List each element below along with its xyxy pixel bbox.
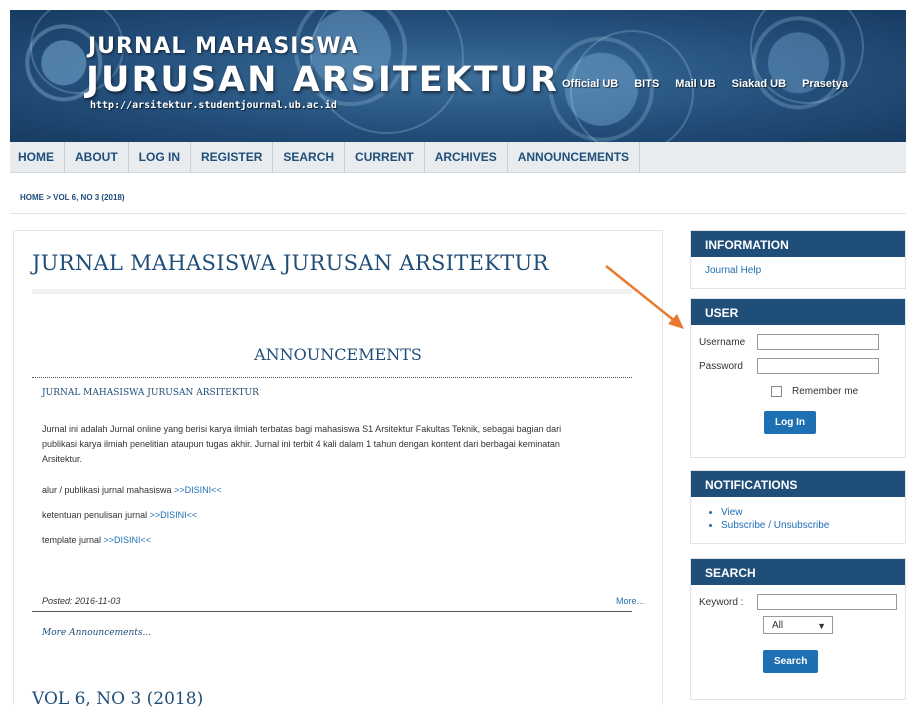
chevron-down-icon: ▼ [817, 621, 826, 631]
remember-me[interactable]: Remember me [771, 386, 897, 397]
header-banner: JURNAL MAHASISWA JURUSAN ARSITEKTUR http… [10, 10, 906, 142]
logo-title-line1: JURNAL MAHASISWA [88, 34, 359, 59]
announcement-line-text: template jurnal [42, 535, 104, 545]
divider [32, 289, 632, 294]
disini-link-alur[interactable]: >>DISINI<< [174, 485, 222, 495]
user-block: USER Username Password Remember me Log I… [690, 298, 906, 458]
divider [10, 213, 906, 214]
username-label: Username [699, 336, 746, 348]
search-scope-select[interactable]: All ▼ [763, 616, 833, 634]
search-button[interactable]: Search [763, 650, 819, 673]
sidebar: INFORMATION Journal Help USER Username P… [690, 230, 906, 709]
search-block: SEARCH Keyword : All ▼ Search [690, 558, 906, 700]
announcement-title: JURNAL MAHASISWA JURUSAN ARSITEKTUR [42, 388, 259, 398]
notification-item: Subscribe / Unsubscribe [721, 520, 897, 531]
login-button[interactable]: Log In [764, 411, 816, 434]
notifications-view-link[interactable]: View [721, 507, 743, 518]
ext-link-mail-ub[interactable]: Mail UB [675, 78, 715, 90]
ext-link-siakad-ub[interactable]: Siakad UB [732, 78, 786, 90]
announcement-line-text: alur / publikasi jurnal mahasiswa [42, 485, 175, 495]
external-links: Official UB BITS Mail UB Siakad UB Prase… [562, 78, 864, 90]
logo-url: http://arsitektur.studentjournal.ub.ac.i… [90, 100, 337, 111]
information-block: INFORMATION Journal Help [690, 230, 906, 289]
block-title: INFORMATION [691, 231, 905, 257]
page-title: JURNAL MAHASISWA JURUSAN ARSITEKTUR [32, 251, 549, 275]
posted-date: Posted: 2016-11-03 [42, 596, 121, 606]
ext-link-prasetya[interactable]: Prasetya [802, 78, 848, 90]
notifications-subscribe-link[interactable]: Subscribe / Unsubscribe [721, 520, 829, 531]
notification-item: View [721, 507, 897, 518]
nav-announcements[interactable]: ANNOUNCEMENTS [508, 142, 641, 172]
nav-register[interactable]: REGISTER [191, 142, 274, 172]
nav-current[interactable]: CURRENT [345, 142, 425, 172]
logo-title-line2: JURUSAN ARSITEKTUR [86, 60, 560, 100]
remember-me-label: Remember me [792, 386, 859, 397]
block-title: USER [691, 299, 905, 325]
issue-heading: VOL 6, NO 3 (2018) [32, 689, 204, 709]
keyword-input[interactable] [757, 594, 897, 610]
breadcrumb[interactable]: HOME > VOL 6, NO 3 (2018) [20, 193, 125, 202]
password-input[interactable] [757, 358, 879, 374]
annotation-arrow-icon [605, 265, 684, 329]
ext-link-bits[interactable]: BITS [634, 78, 659, 90]
announcement-line: template jurnal >>DISINI<< [42, 535, 151, 545]
disini-link-template[interactable]: >>DISINI<< [104, 535, 152, 545]
block-title: NOTIFICATIONS [691, 471, 905, 497]
announcement-line: ketentuan penulisan jurnal >>DISINI<< [42, 510, 197, 520]
keyword-label: Keyword : [699, 596, 744, 608]
username-input[interactable] [757, 334, 879, 350]
nav-about[interactable]: ABOUT [65, 142, 129, 172]
main-nav: HOME ABOUT LOG IN REGISTER SEARCH CURREN… [10, 142, 906, 173]
announcement-body: Jurnal ini adalah Jurnal online yang ber… [42, 424, 562, 464]
divider [32, 377, 632, 378]
main-content: JURNAL MAHASISWA JURUSAN ARSITEKTUR ANNO… [13, 230, 663, 709]
announcement-line: alur / publikasi jurnal mahasiswa >>DISI… [42, 485, 222, 495]
nav-login[interactable]: LOG IN [129, 142, 192, 172]
nav-archives[interactable]: ARCHIVES [425, 142, 508, 172]
block-title: SEARCH [691, 559, 905, 585]
announcements-heading: ANNOUNCEMENTS [254, 345, 422, 364]
more-announcements-link[interactable]: More Announcements... [42, 628, 151, 638]
password-label: Password [699, 360, 743, 372]
disini-link-ketentuan[interactable]: >>DISINI<< [150, 510, 198, 520]
notifications-block: NOTIFICATIONS View Subscribe / Unsubscri… [690, 470, 906, 544]
remember-me-checkbox[interactable] [771, 386, 782, 397]
nav-home[interactable]: HOME [10, 142, 65, 172]
announcement-line-text: ketentuan penulisan jurnal [42, 510, 150, 520]
journal-help-link[interactable]: Journal Help [705, 265, 761, 276]
nav-search[interactable]: SEARCH [273, 142, 346, 172]
more-link[interactable]: More... [616, 596, 644, 606]
search-scope-value: All [772, 620, 784, 631]
ext-link-official-ub[interactable]: Official UB [562, 78, 618, 90]
divider [32, 611, 632, 612]
